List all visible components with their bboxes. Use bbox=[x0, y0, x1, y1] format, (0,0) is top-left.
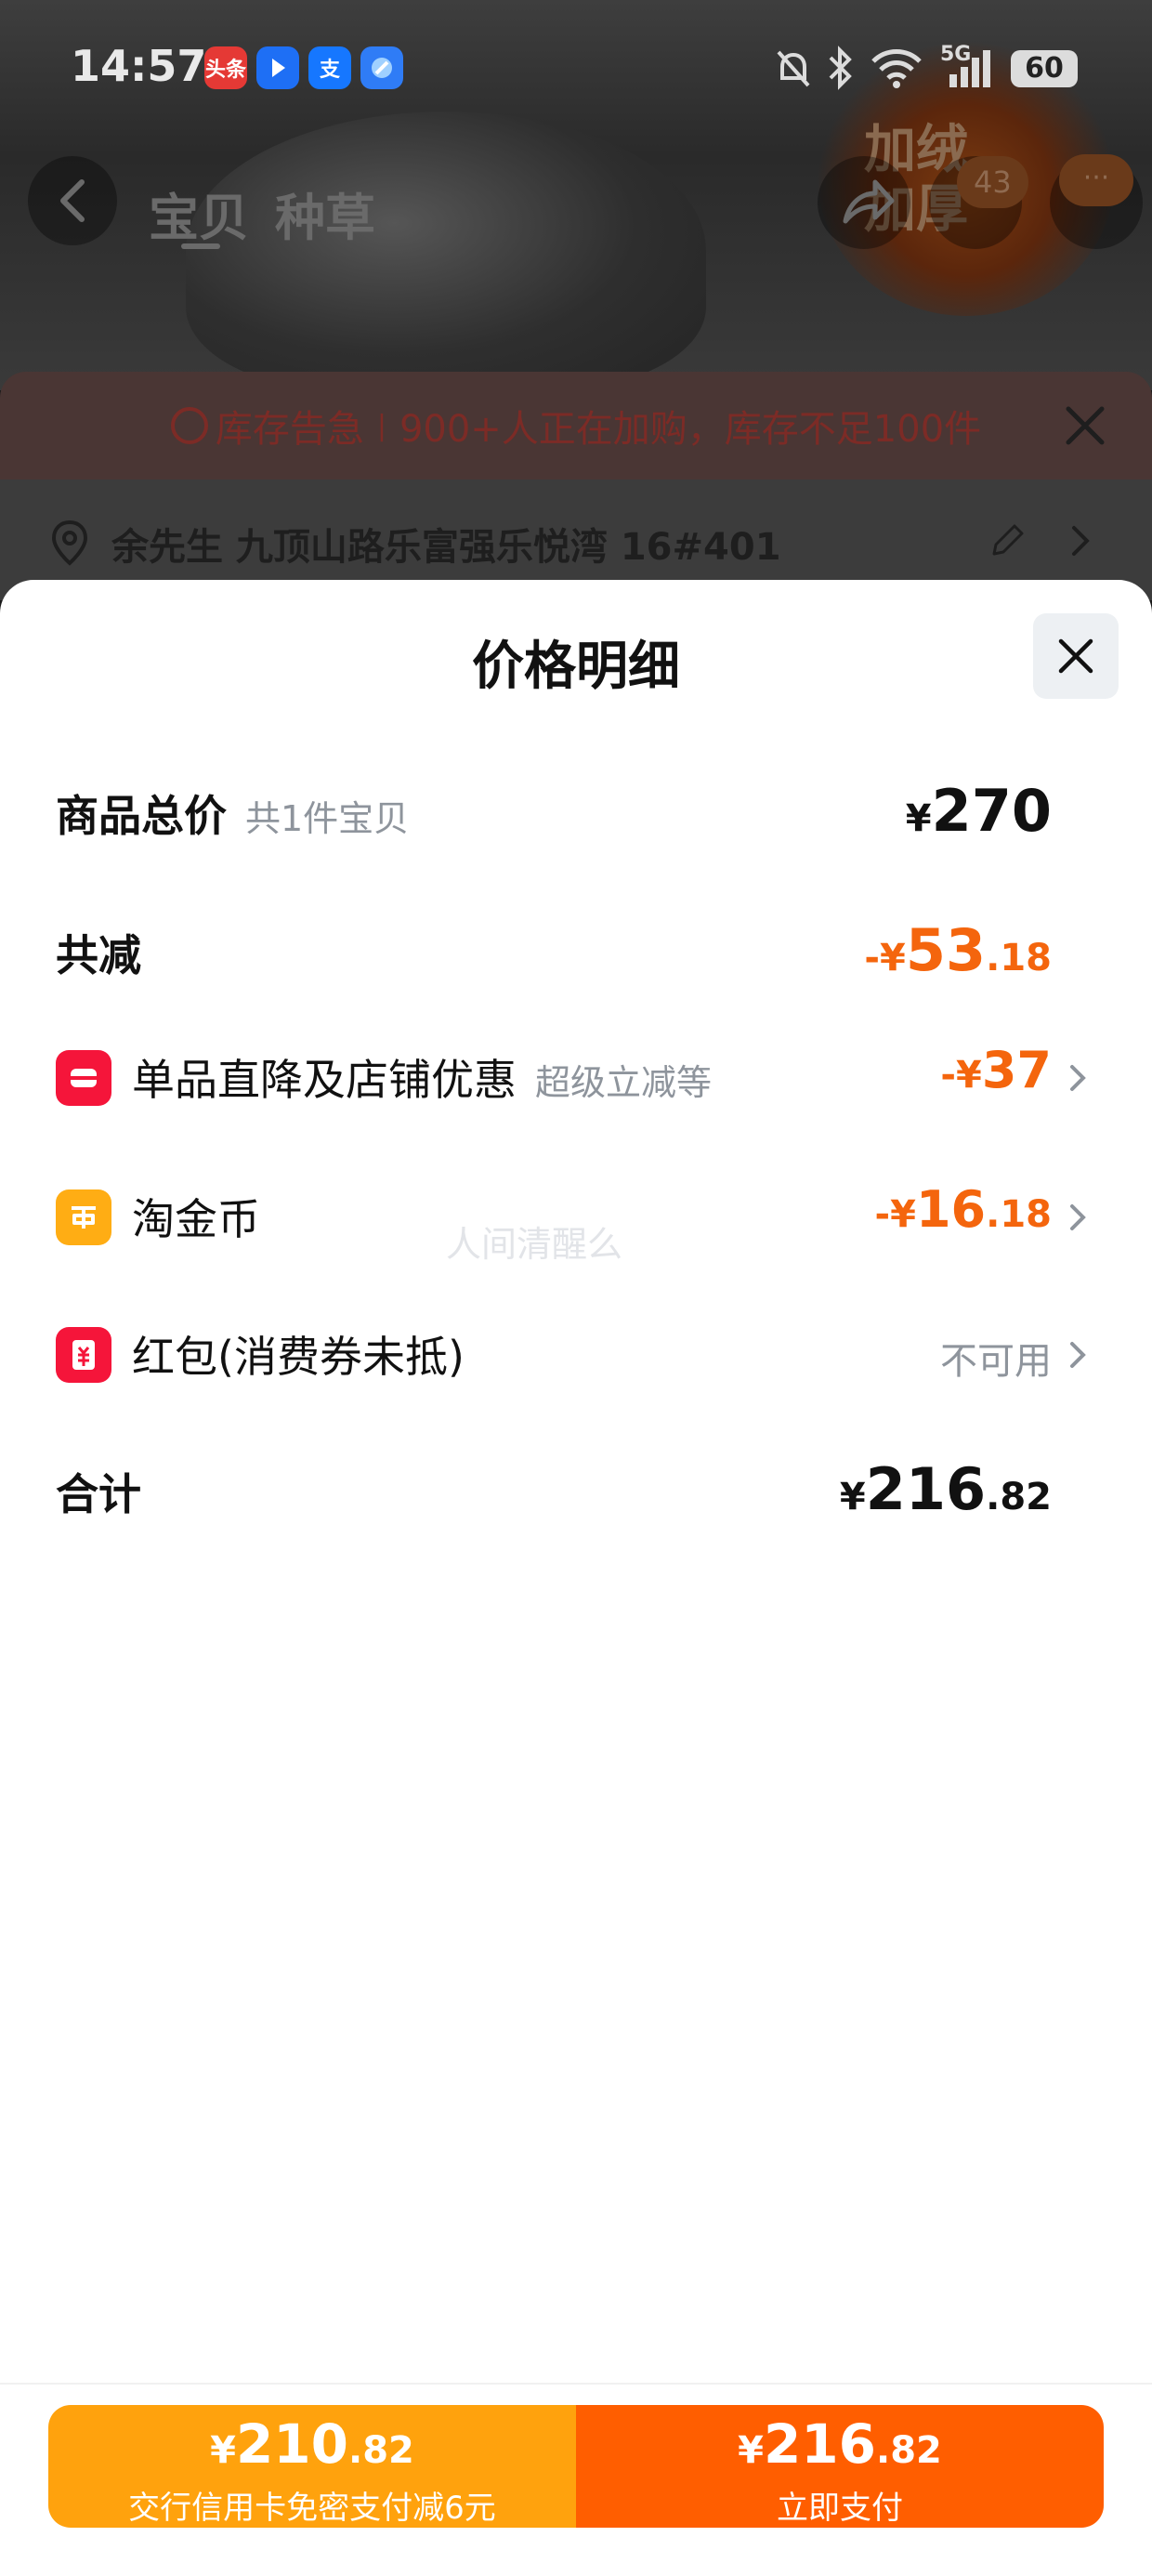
signal-icon bbox=[949, 50, 990, 87]
stock-alert-tag: 库存告急 bbox=[215, 408, 364, 451]
sheet-title: 价格明细 bbox=[472, 637, 680, 697]
row-total-reduction: 共减 -¥53.18 bbox=[0, 903, 1152, 996]
battery-indicator: 60 bbox=[1011, 50, 1078, 87]
browser-app-icon bbox=[360, 46, 403, 89]
minus-sign: - bbox=[874, 1193, 891, 1236]
status-bar: 14:57 头条 支 5G 60 bbox=[0, 0, 1152, 130]
red-packet-status: 不可用 bbox=[940, 1340, 1052, 1383]
price-decimal: .82 bbox=[986, 1476, 1052, 1518]
chevron-right-icon bbox=[1070, 1342, 1086, 1368]
price-integer: 16 bbox=[915, 1180, 987, 1239]
taojinbi-label: 淘金币 bbox=[132, 1194, 260, 1244]
tab-product[interactable]: 宝贝 bbox=[149, 177, 249, 250]
bottom-divider bbox=[0, 2383, 1152, 2385]
shop-discount-label: 单品直降及店铺优惠 超级立减等 bbox=[132, 1046, 712, 1108]
stock-alert-separator: | bbox=[376, 409, 386, 442]
row-red-packet[interactable]: 红包(消费券未抵) 不可用 bbox=[0, 1305, 1152, 1398]
taojinbi-value: -¥16.18 bbox=[875, 1180, 1052, 1239]
currency-symbol: ¥ bbox=[738, 2429, 764, 2472]
pay-now-button[interactable]: ¥216.82 立即支付 bbox=[576, 2405, 1104, 2528]
toutiao-app-icon: 头条 bbox=[204, 46, 247, 89]
red-packet-label: 红包(消费券未抵) bbox=[132, 1332, 465, 1382]
reduction-value: -¥53.18 bbox=[864, 916, 1052, 984]
alarm-clock-icon bbox=[170, 407, 208, 444]
total-price-value: ¥270 bbox=[906, 777, 1052, 845]
status-time: 14:57 bbox=[71, 41, 207, 91]
mute-icon bbox=[777, 50, 810, 87]
back-button[interactable] bbox=[28, 156, 117, 245]
price-integer: 37 bbox=[981, 1041, 1052, 1099]
red-packet-icon bbox=[56, 1327, 111, 1383]
payment-bar: ¥210.82 交行信用卡免密支付减6元 ¥216.82 立即支付 bbox=[48, 2405, 1104, 2528]
sum-value: ¥216.82 bbox=[840, 1455, 1052, 1523]
edit-icon[interactable] bbox=[987, 520, 1028, 561]
pay-now-label: 立即支付 bbox=[777, 2490, 903, 2527]
chevron-right-icon bbox=[1070, 1204, 1086, 1230]
navigation-app-icon bbox=[256, 46, 299, 89]
total-price-label-text: 商品总价 bbox=[56, 791, 227, 841]
item-count-text: 共1件宝贝 bbox=[245, 798, 410, 839]
close-icon[interactable] bbox=[1059, 400, 1111, 452]
chevron-left-icon bbox=[60, 179, 85, 222]
watermark-text: 人间清醒么 bbox=[446, 1224, 623, 1265]
price-decimal: .18 bbox=[986, 937, 1052, 979]
currency-symbol: ¥ bbox=[880, 937, 906, 979]
reduction-label: 共减 bbox=[56, 930, 141, 980]
alipay-app-icon: 支 bbox=[308, 46, 351, 89]
coin-icon bbox=[56, 1189, 111, 1245]
product-image bbox=[186, 112, 706, 390]
price-detail-sheet bbox=[0, 580, 1152, 2576]
share-icon bbox=[843, 179, 895, 224]
credit-card-pay-label: 交行信用卡免密支付减6元 bbox=[128, 2490, 496, 2527]
price-integer: 210 bbox=[235, 2412, 349, 2476]
credit-card-pay-amount: ¥210.82 bbox=[48, 2414, 576, 2488]
price-decimal: .82 bbox=[876, 2429, 942, 2472]
currency-symbol: ¥ bbox=[839, 1476, 866, 1518]
currency-symbol: ¥ bbox=[210, 2429, 236, 2472]
location-pin-icon bbox=[51, 519, 88, 566]
minus-sign: - bbox=[864, 937, 881, 979]
stock-alert-text: 900+人正在加购，库存不足100件 bbox=[399, 408, 982, 451]
shop-discount-value: -¥37 bbox=[940, 1041, 1052, 1099]
price-integer: 53 bbox=[905, 916, 987, 984]
currency-symbol: ¥ bbox=[890, 1193, 916, 1236]
chevron-right-icon bbox=[1072, 526, 1090, 556]
tab-underline bbox=[181, 243, 220, 249]
price-integer: 216 bbox=[763, 2412, 877, 2476]
stock-alert-banner: 库存告急 | 900+人正在加购，库存不足100件 bbox=[0, 372, 1152, 480]
row-shop-discount[interactable]: 单品直降及店铺优惠 超级立减等 -¥37 bbox=[0, 1028, 1152, 1121]
price-integer: 270 bbox=[931, 777, 1052, 845]
shop-discount-sub: 超级立减等 bbox=[535, 1062, 713, 1103]
pay-now-amount: ¥216.82 bbox=[576, 2414, 1104, 2488]
cart-badge: 43 bbox=[957, 156, 1028, 208]
tab-recommend[interactable]: 种草 bbox=[275, 177, 375, 250]
price-decimal: .82 bbox=[348, 2429, 414, 2472]
total-price-label: 商品总价 共1件宝贝 bbox=[56, 782, 409, 844]
minus-sign: - bbox=[940, 1054, 956, 1097]
address-text: 余先生 九顶山路乐富强乐悦湾 16#401 bbox=[111, 526, 781, 569]
price-integer: 216 bbox=[865, 1455, 987, 1523]
row-sum: 合计 ¥216.82 bbox=[0, 1442, 1152, 1535]
row-total-price: 商品总价 共1件宝贝 ¥270 bbox=[0, 764, 1152, 857]
price-decimal: .18 bbox=[986, 1193, 1052, 1236]
currency-symbol: ¥ bbox=[956, 1054, 982, 1097]
shop-discount-label-text: 单品直降及店铺优惠 bbox=[132, 1055, 517, 1105]
bluetooth-icon bbox=[829, 46, 852, 90]
chevron-right-icon bbox=[1070, 1065, 1086, 1091]
credit-card-pay-button[interactable]: ¥210.82 交行信用卡免密支付减6元 bbox=[48, 2405, 576, 2528]
close-icon bbox=[1058, 638, 1093, 674]
sheet-close-button[interactable] bbox=[1033, 613, 1119, 699]
sum-label: 合计 bbox=[56, 1469, 141, 1519]
wifi-icon bbox=[871, 49, 922, 88]
share-button[interactable] bbox=[818, 156, 910, 249]
currency-symbol: ¥ bbox=[905, 797, 932, 840]
shop-discount-icon bbox=[56, 1050, 111, 1106]
more-badge: ··· bbox=[1059, 154, 1133, 206]
